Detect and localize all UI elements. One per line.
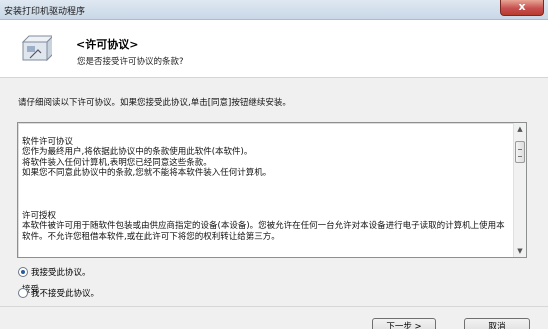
instruction-text: 请仔细阅读以下许可协议。如果您接受此协议,单击[同意]按钮继续安装。	[18, 98, 291, 108]
decline-label[interactable]: 我不接受此协议。	[31, 287, 99, 299]
installer-box-icon	[21, 35, 52, 62]
page-title: <许可协议>	[76, 38, 139, 51]
scroll-thumb[interactable]	[515, 141, 525, 163]
license-section-grant: 许可授权 本软件被许可用于随软件包装或由供应商指定的设备(本设备)。您被允许在任…	[22, 210, 505, 242]
wizard-header: <许可协议> 您是否接受许可协议的条款?	[0, 20, 548, 78]
next-button[interactable]: 下一步 >	[372, 318, 436, 329]
scroll-up-arrow-icon[interactable]: ▲	[514, 123, 526, 135]
vertical-scrollbar[interactable]: ▲ ▼	[513, 123, 526, 257]
close-icon: x	[518, 0, 526, 13]
footer-divider	[0, 306, 548, 307]
accept-option[interactable]: 我接受此协议。	[18, 266, 91, 278]
decline-option[interactable]: 我不接受此协议。	[18, 287, 99, 299]
window-title: 安装打印机驱动程序	[4, 7, 86, 17]
accept-radio[interactable]	[18, 267, 28, 277]
page-subtitle: 您是否接受许可协议的条款?	[77, 57, 184, 67]
cancel-button[interactable]: 取消	[464, 318, 530, 329]
accept-label[interactable]: 我接受此协议。	[31, 266, 91, 278]
license-content: 软件许可协议 您作为最终用户,将依据此协议中的条款使用此软件(本软件)。 将软件…	[22, 126, 510, 306]
license-textbox[interactable]: 软件许可协议 您作为最终用户,将依据此协议中的条款使用此软件(本软件)。 将软件…	[17, 122, 527, 295]
decline-radio[interactable]	[18, 288, 28, 298]
title-bar: 安装打印机驱动程序 x	[0, 0, 548, 20]
close-button[interactable]: x	[500, 0, 544, 16]
license-section-agreement: 软件许可协议 您作为最终用户,将依据此协议中的条款使用此软件(本软件)。 将软件…	[22, 136, 272, 179]
scroll-down-arrow-icon[interactable]: ▼	[514, 245, 526, 257]
